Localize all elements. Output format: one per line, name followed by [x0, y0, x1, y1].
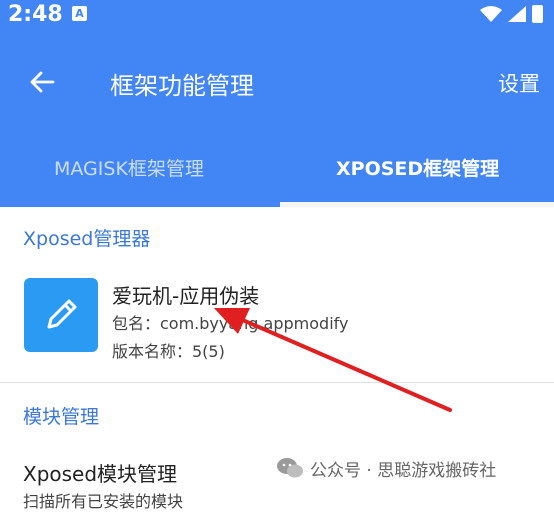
module-item-subtitle: 扫描所有已安装的模块: [23, 492, 184, 511]
status-time: 2:48: [8, 2, 63, 27]
watermark-text: 公众号 · 思聪游戏搬砖社: [310, 460, 497, 481]
module-item-title: Xposed模块管理: [23, 462, 178, 486]
notification-icon: A: [72, 6, 87, 21]
signal-icon: [508, 6, 526, 22]
page-title: 框架功能管理: [110, 72, 254, 100]
xposed-manager-app-item[interactable]: 爱玩机-应用伪装 包名：com.byyang.appmodify 版本名称：5(…: [0, 262, 554, 382]
status-bar: 2:48 A: [0, 0, 554, 32]
app-bar: 2:48 A 框架功能管理 设置 MAGISK框架管理 XPOSED框架管理: [0, 0, 554, 207]
app-icon: [24, 278, 98, 352]
app-name: 爱玩机-应用伪装: [112, 284, 260, 308]
battery-icon: [532, 5, 543, 23]
tab-magisk[interactable]: MAGISK框架管理: [54, 154, 204, 181]
arrow-left-icon: [30, 71, 55, 93]
divider: [0, 382, 554, 383]
back-button[interactable]: [22, 62, 62, 102]
wifi-icon: [480, 6, 502, 22]
version-name: 版本名称：5(5): [112, 342, 225, 361]
tab-indicator: [280, 202, 554, 207]
tab-xposed[interactable]: XPOSED框架管理: [336, 154, 499, 181]
wechat-icon: [277, 458, 303, 478]
package-name: 包名：com.byyang.appmodify: [112, 314, 349, 333]
section-header-modules: 模块管理: [23, 406, 100, 428]
settings-button[interactable]: 设置: [498, 68, 540, 98]
section-header-xposed-manager: Xposed管理器: [23, 228, 151, 250]
watermark: 公众号 · 思聪游戏搬砖社: [268, 450, 548, 486]
pencil-icon: [47, 299, 77, 329]
